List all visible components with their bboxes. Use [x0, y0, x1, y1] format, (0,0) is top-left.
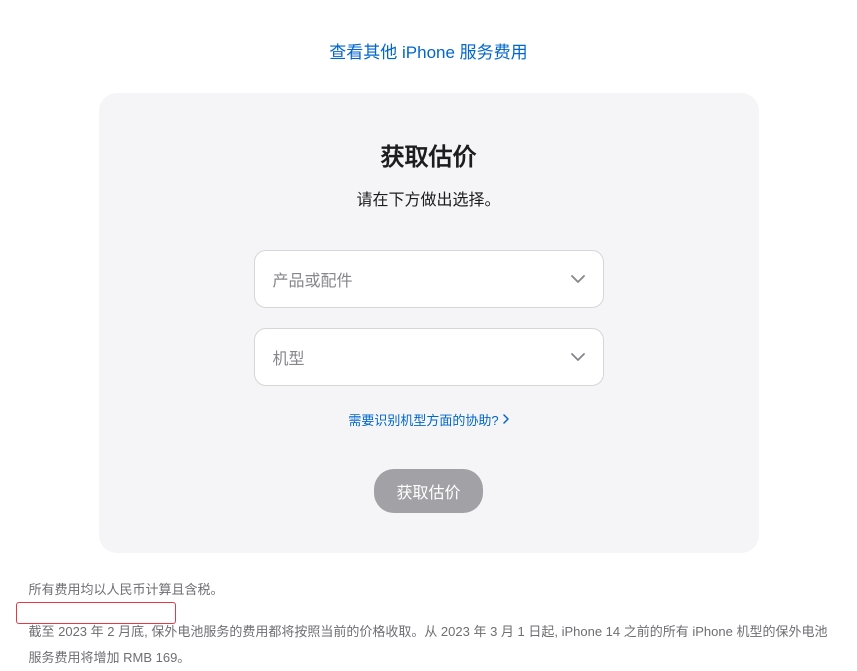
model-select-wrap: 机型 [254, 328, 604, 386]
help-link-label: 需要识别机型方面的协助? [348, 410, 498, 429]
chevron-right-icon [503, 412, 509, 427]
model-select[interactable]: 机型 [254, 328, 604, 386]
top-link-container: 查看其他 iPhone 服务费用 [0, 0, 857, 83]
chevron-down-icon [571, 270, 585, 288]
footnotes: 所有费用均以人民币计算且含税。 截至 2023 年 2 月底, 保外电池服务的费… [19, 577, 839, 671]
model-select-placeholder: 机型 [273, 345, 305, 369]
card-subtitle: 请在下方做出选择。 [139, 186, 719, 210]
identify-model-help-link[interactable]: 需要识别机型方面的协助? [348, 410, 508, 429]
other-services-link[interactable]: 查看其他 iPhone 服务费用 [329, 43, 527, 62]
footnote-price-change: 截至 2023 年 2 月底, 保外电池服务的费用都将按照当前的价格收取。从 2… [29, 619, 829, 671]
footnote-tax: 所有费用均以人民币计算且含税。 [29, 577, 829, 603]
chevron-down-icon [571, 348, 585, 366]
product-select-placeholder: 产品或配件 [273, 267, 353, 291]
get-estimate-button[interactable]: 获取估价 [374, 469, 482, 513]
card-title: 获取估价 [139, 137, 719, 172]
estimate-card: 获取估价 请在下方做出选择。 产品或配件 机型 需要识别机型方面的协助? 获取估… [99, 93, 759, 553]
product-select-wrap: 产品或配件 [254, 250, 604, 308]
product-select[interactable]: 产品或配件 [254, 250, 604, 308]
